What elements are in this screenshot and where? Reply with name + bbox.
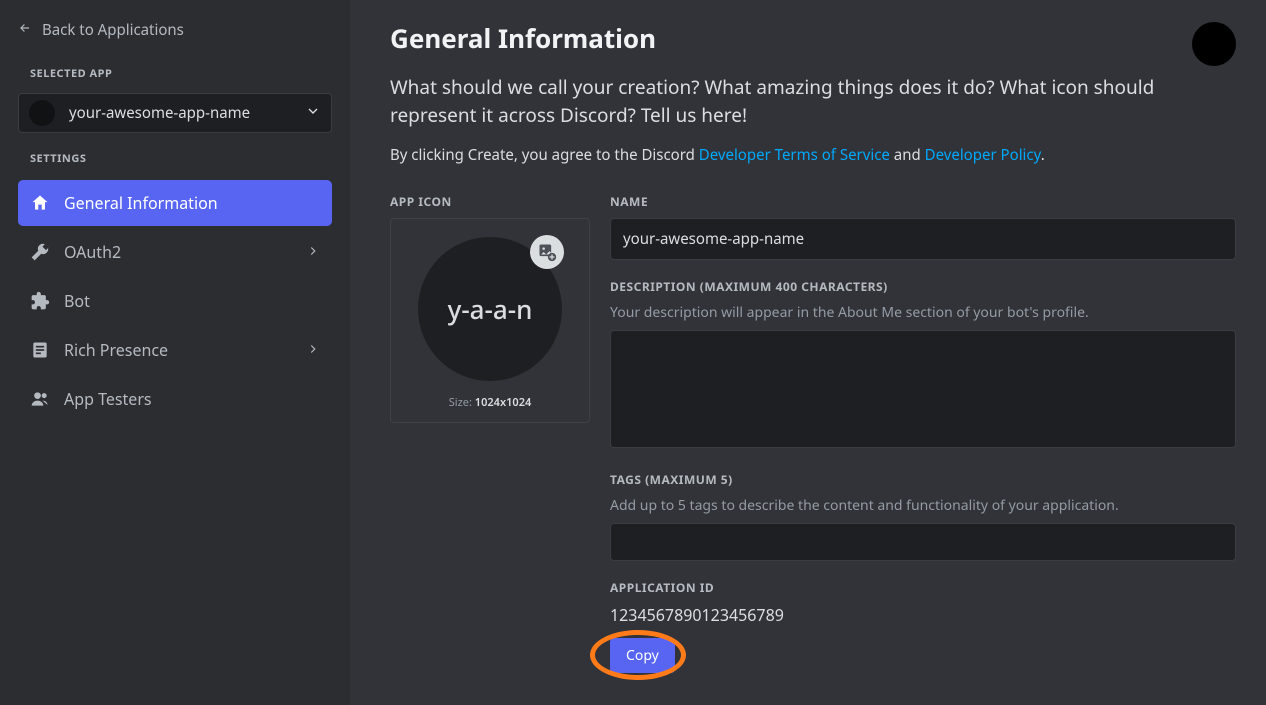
- sidebar-item-app-testers[interactable]: App Testers: [18, 376, 332, 422]
- application-id-label: APPLICATION ID: [610, 579, 1236, 596]
- user-avatar[interactable]: [1192, 22, 1236, 66]
- sidebar-item-label: Rich Presence: [64, 339, 168, 361]
- description-helper: Your description will appear in the Abou…: [610, 303, 1236, 322]
- name-label: NAME: [610, 193, 1236, 210]
- chevron-down-icon: [305, 101, 321, 125]
- selected-app-label: SELECTED APP: [18, 66, 332, 81]
- sidebar-item-label: General Information: [64, 192, 218, 214]
- tos-notice: By clicking Create, you agree to the Dis…: [390, 145, 1236, 165]
- copy-button[interactable]: Copy: [610, 638, 675, 673]
- document-icon: [30, 340, 50, 360]
- tos-link[interactable]: Developer Terms of Service: [699, 145, 890, 165]
- chevron-right-icon: [306, 240, 320, 264]
- home-icon: [30, 193, 50, 213]
- description-input[interactable]: [610, 330, 1236, 448]
- puzzle-icon: [30, 291, 50, 311]
- back-label: Back to Applications: [42, 20, 184, 40]
- description-label: DESCRIPTION (MAXIMUM 400 CHARACTERS): [610, 278, 1236, 295]
- sidebar-item-label: OAuth2: [64, 241, 121, 263]
- name-input[interactable]: [610, 218, 1236, 260]
- app-icon-uploader[interactable]: y-a-a-n Size: 1024x1024: [390, 218, 590, 423]
- arrow-left-icon: [18, 20, 32, 40]
- tags-label: TAGS (MAXIMUM 5): [610, 471, 1236, 488]
- app-icon-size: Size: 1024x1024: [449, 395, 532, 410]
- back-to-applications[interactable]: Back to Applications: [18, 16, 332, 48]
- sidebar-item-rich-presence[interactable]: Rich Presence: [18, 326, 332, 374]
- page-title: General Information: [390, 20, 1236, 56]
- developer-policy-link[interactable]: Developer Policy: [925, 145, 1041, 165]
- sidebar-item-general-information[interactable]: General Information: [18, 180, 332, 226]
- sidebar-item-bot[interactable]: Bot: [18, 278, 332, 324]
- sidebar-item-label: Bot: [64, 290, 90, 312]
- sidebar-item-oauth2[interactable]: OAuth2: [18, 228, 332, 276]
- users-icon: [30, 389, 50, 409]
- app-icon-label: APP ICON: [390, 193, 590, 210]
- tags-input[interactable]: [610, 523, 1236, 561]
- chevron-right-icon: [306, 338, 320, 362]
- sidebar-item-label: App Testers: [64, 388, 152, 410]
- app-icon-preview: y-a-a-n: [418, 237, 562, 381]
- wrench-icon: [30, 242, 50, 262]
- selected-app-name: your-awesome-app-name: [69, 103, 291, 123]
- settings-label: SETTINGS: [18, 151, 332, 166]
- app-selector[interactable]: your-awesome-app-name: [18, 93, 332, 133]
- tags-helper: Add up to 5 tags to describe the content…: [610, 496, 1236, 515]
- page-lead: What should we call your creation? What …: [390, 74, 1210, 129]
- application-id-value: 1234567890123456789: [610, 604, 1236, 626]
- app-avatar-icon: [29, 100, 55, 126]
- upload-image-icon: [530, 235, 564, 269]
